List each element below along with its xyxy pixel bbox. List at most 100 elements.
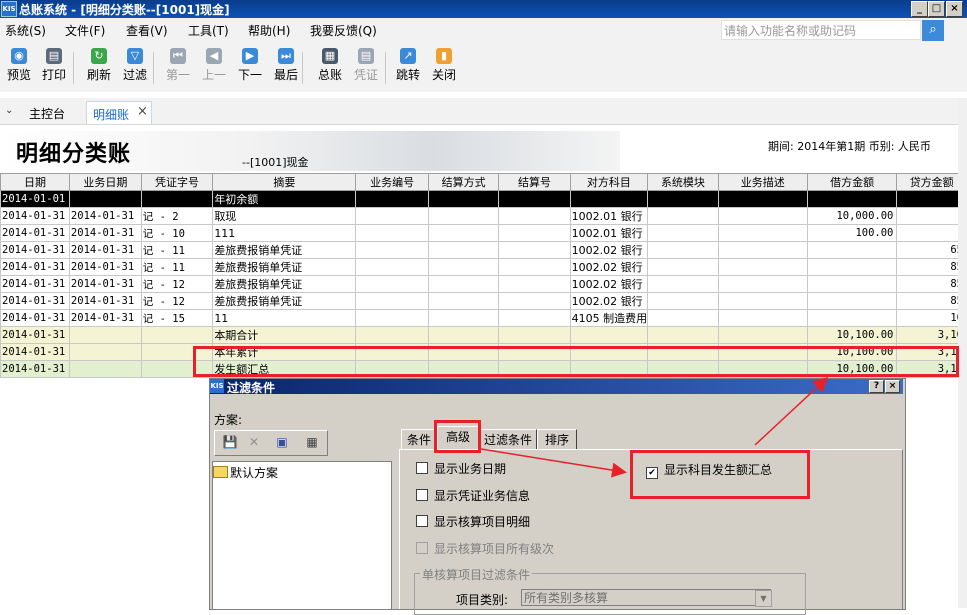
column-header[interactable]: 贷方金额	[896, 173, 967, 191]
table-cell	[498, 275, 571, 293]
toolbar-button-last[interactable]: ⏭ 最后	[269, 48, 303, 83]
column-header[interactable]: 结算方式	[427, 173, 500, 191]
filter-dialog-title-bar: KIS 过滤条件	[210, 379, 903, 395]
column-header[interactable]: 业务日期	[68, 173, 142, 191]
column-header[interactable]: 摘要	[212, 173, 357, 191]
tab-sort[interactable]: 排序	[537, 429, 577, 450]
chevron-down-icon: ▼	[755, 590, 772, 607]
option-show-accounting-item-detail[interactable]: 显示核算项目明细	[416, 513, 530, 530]
table-row[interactable]: 2014-01-31 2014-01-31 记 - 2 取现 1002.01 银行 10,…	[0, 207, 967, 225]
minimize-button[interactable]: _	[911, 1, 928, 17]
toolbar-button-filter[interactable]: ▽ 过滤	[118, 48, 152, 83]
table-cell	[498, 190, 571, 208]
column-header[interactable]: 借方金额	[806, 173, 898, 191]
maximize-button[interactable]: □	[928, 1, 945, 17]
checkbox[interactable]	[416, 489, 428, 501]
search-icon[interactable]: ⌕	[922, 20, 944, 41]
toolbar-button-voucher[interactable]: ▤ 凭证	[349, 48, 383, 83]
table-cell: 差旅费报销单凭证	[212, 275, 357, 293]
column-header[interactable]: 业务描述	[717, 173, 808, 191]
table-cell: 差旅费报销单凭证	[212, 241, 357, 259]
checkbox	[416, 542, 428, 554]
tab-filter-conditions[interactable]: 过滤条件	[479, 429, 537, 450]
delete-plan-icon[interactable]: ✕	[244, 433, 264, 451]
column-header[interactable]: 日期	[0, 173, 70, 191]
dialog-help-button[interactable]: ?	[869, 380, 884, 393]
table-cell: 2014-01-31	[68, 224, 142, 242]
table-row[interactable]: 2014-01-31 2014-01-31 记 - 12 差旅费报销单凭证 1002.0…	[0, 275, 967, 293]
table-cell: 2014-01-31	[68, 258, 142, 276]
table-cell	[806, 258, 898, 276]
checkbox[interactable]	[416, 515, 428, 527]
table-row[interactable]: 2014-01-31 2014-01-31 记 - 11 差旅费报销单凭证 1002.0…	[0, 241, 967, 259]
table-cell	[355, 292, 429, 310]
plan-item-label: 默认方案	[230, 466, 279, 480]
table-row[interactable]: 2014-01-31 2014-01-31 记 - 15 11 4105 制造费用 10	[0, 309, 967, 327]
column-header[interactable]: 业务编号	[355, 173, 429, 191]
copy-plan-icon[interactable]: ▣	[272, 433, 292, 451]
tab-detail-ledger[interactable]: 明细账 ×	[86, 101, 152, 124]
menu-view[interactable]: 查看(V)	[126, 22, 168, 39]
table-cell: 85	[896, 258, 967, 276]
toolbar-button-next[interactable]: ▶ 下一	[233, 48, 267, 83]
menu-help[interactable]: 帮助(H)	[248, 22, 290, 39]
toolbar-button-refresh[interactable]: ↻ 刷新	[82, 48, 116, 83]
table-cell: 2014-01-31	[68, 292, 142, 310]
column-header[interactable]: 凭证字号	[140, 173, 214, 191]
last-icon: ⏭	[278, 48, 294, 64]
table-cell	[427, 258, 500, 276]
table-cell	[717, 309, 808, 327]
toolbar-button-close[interactable]: ▮ 关闭	[427, 48, 461, 83]
plan-list[interactable]	[212, 461, 392, 610]
table-row[interactable]: 2014-01-31 本期合计 10,100.00 3,10	[0, 326, 967, 344]
table-cell: 10	[896, 309, 967, 327]
table-cell	[806, 241, 898, 259]
option-show-voucher-business-info[interactable]: 显示凭证业务信息	[416, 487, 530, 504]
dialog-close-button[interactable]: ×	[885, 380, 900, 393]
chevron-down-icon[interactable]: ⌄	[5, 105, 13, 116]
table-cell	[427, 326, 500, 344]
toolbar-button-prev[interactable]: ◀ 上一	[197, 48, 231, 83]
toolbar-button-jump[interactable]: ↗ 跳转	[391, 48, 425, 83]
save-plan-icon[interactable]: 💾	[220, 433, 240, 451]
menu-file[interactable]: 文件(F)	[65, 22, 105, 39]
close-tab-icon[interactable]: ×	[137, 104, 148, 119]
menu-system[interactable]: 系统(S)	[5, 22, 46, 39]
tab-conditions[interactable]: 条件	[401, 429, 437, 450]
menu-feedback[interactable]: 我要反馈(Q)	[310, 22, 377, 39]
column-header[interactable]: 结算号	[498, 173, 571, 191]
checkbox[interactable]	[416, 462, 428, 474]
column-header[interactable]: 系统模块	[647, 173, 719, 191]
column-header[interactable]: 对方科目	[569, 173, 649, 191]
table-cell	[717, 207, 808, 225]
toolbar-button-print[interactable]: ▤ 打印	[37, 48, 71, 83]
toolbar-button-preview[interactable]: ◉ 预览	[2, 48, 36, 83]
function-search-input[interactable]: 请输入功能名称或助记码	[721, 20, 921, 40]
menu-tools[interactable]: 工具(T)	[188, 22, 229, 39]
tab-detail-ledger-label: 明细账	[93, 108, 130, 122]
table-row[interactable]: 2014-01-31 2014-01-31 记 - 10 111 1002.01 银行 1…	[0, 224, 967, 242]
table-row[interactable]: 2014-01-31 2014-01-31 记 - 11 差旅费报销单凭证 1002.0…	[0, 258, 967, 276]
toolbar-button-label: 跳转	[395, 68, 420, 82]
table-row[interactable]: 2014-01-01 年初余额	[0, 190, 967, 208]
table-cell	[355, 258, 429, 276]
toolbar-button-label: 过滤	[122, 68, 147, 82]
tab-main-console[interactable]: 主控台	[29, 105, 65, 122]
vertical-scrollbar[interactable]	[958, 98, 967, 608]
plan-item-default[interactable]: 默认方案	[213, 464, 278, 481]
toolbar-button-ledger[interactable]: ▦ 总账	[313, 48, 347, 83]
table-cell: 1002.01 银行	[569, 207, 649, 225]
table-cell: 记 - 15	[140, 309, 214, 327]
highlight-summary-row	[193, 346, 959, 377]
option-show-business-date[interactable]: 显示业务日期	[416, 460, 506, 477]
table-cell: 100.00	[806, 224, 898, 242]
table-cell: 年初余额	[212, 190, 357, 208]
toolbar-button-first[interactable]: ⏮ 第一	[161, 48, 195, 83]
report-account: --[1001]现金	[242, 156, 309, 169]
table-row[interactable]: 2014-01-31 2014-01-31 记 - 12 差旅费报销单凭证 1002.0…	[0, 292, 967, 310]
close-window-button[interactable]: ×	[946, 1, 963, 17]
grid-plan-icon[interactable]: ▦	[302, 433, 322, 451]
table-cell	[427, 241, 500, 259]
table-cell	[68, 190, 142, 208]
table-cell	[68, 326, 142, 344]
